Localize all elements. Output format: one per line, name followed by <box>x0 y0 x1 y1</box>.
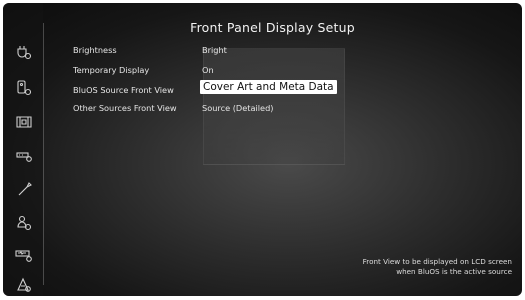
help-text: Front View to be displayed on LCD screen… <box>363 257 512 277</box>
sidebar <box>3 3 43 296</box>
diagnostics-icon[interactable] <box>15 246 33 264</box>
help-text-line-2: when BluOS is the active source <box>396 267 512 276</box>
setting-value-other-sources-front-view[interactable]: Source (Detailed) <box>202 103 273 113</box>
network-settings-icon[interactable] <box>15 147 33 165</box>
setting-label-temporary-display[interactable]: Temporary Display <box>73 65 149 75</box>
display-settings-icon[interactable] <box>15 113 33 131</box>
setting-value-bluos-source-front-view[interactable]: Cover Art and Meta Data <box>200 80 337 94</box>
setting-label-other-sources-front-view[interactable]: Other Sources Front View <box>73 103 177 113</box>
help-text-line-1: Front View to be displayed on LCD screen <box>362 257 512 266</box>
screen: Front Panel Display Setup Brightness Bri… <box>3 3 522 296</box>
input-settings-icon[interactable] <box>15 43 33 61</box>
page-title: Front Panel Display Setup <box>190 20 355 35</box>
setting-label-bluos-source-front-view[interactable]: BluOS Source Front View <box>73 85 174 95</box>
user-settings-icon[interactable] <box>15 214 33 232</box>
setting-value-temporary-display[interactable]: On <box>202 65 214 75</box>
tools-icon[interactable] <box>15 179 33 197</box>
remote-settings-icon[interactable] <box>15 79 33 97</box>
setting-label-brightness[interactable]: Brightness <box>73 45 117 55</box>
setting-value-brightness[interactable]: Bright <box>202 45 227 55</box>
speaker-settings-icon[interactable] <box>15 275 33 293</box>
sidebar-divider <box>43 23 44 285</box>
